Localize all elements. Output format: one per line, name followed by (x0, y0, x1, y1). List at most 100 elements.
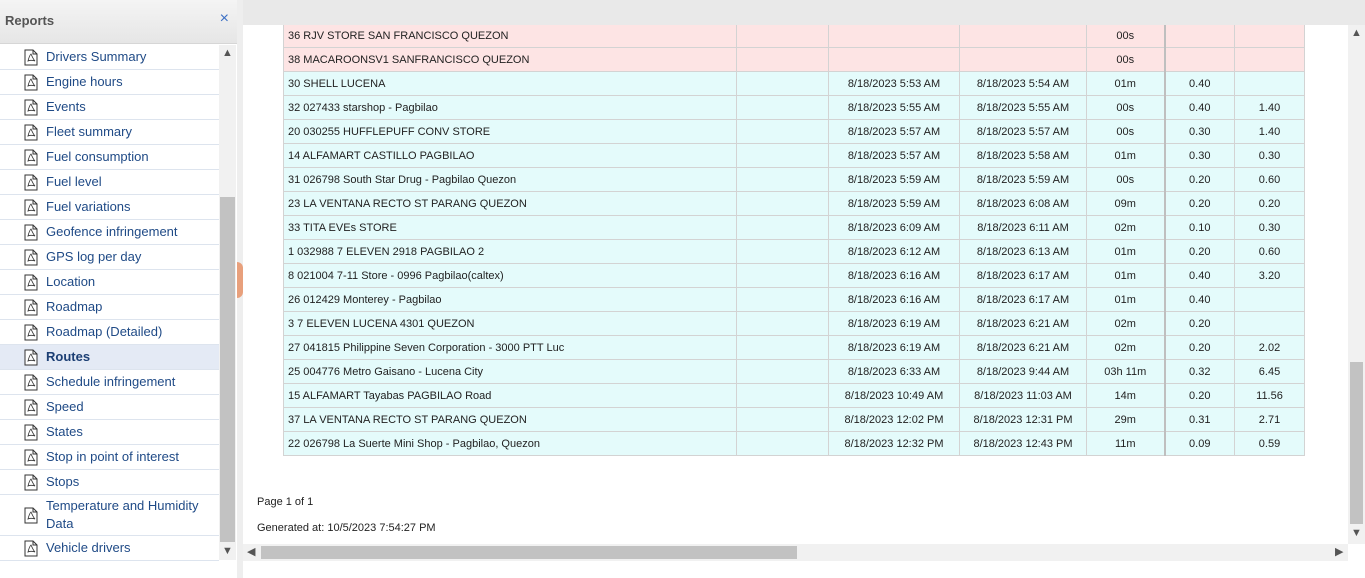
report-horizontal-scrollbar[interactable]: ◀ ▶ (243, 544, 1348, 561)
value-a-cell: 0.20 (1164, 311, 1235, 336)
reports-panel-header: Reports × (0, 0, 237, 44)
departure-cell: 8/18/2023 12:31 PM (959, 407, 1087, 432)
empty-cell (736, 359, 829, 384)
stop-name-cell: 1 032988 7 ELEVEN 2918 PAGBILAO 2 (283, 239, 737, 264)
pdf-file-icon (24, 424, 38, 441)
report-item-gps-log-per-day[interactable]: GPS log per day (0, 245, 219, 270)
departure-cell (959, 47, 1087, 72)
scrollbar-thumb[interactable] (1350, 362, 1363, 524)
report-viewer-toolbar (243, 0, 1365, 25)
value-b-cell: 11.56 (1234, 383, 1305, 408)
pdf-file-icon (24, 449, 38, 466)
scrollbar-thumb[interactable] (220, 197, 235, 542)
report-item-states[interactable]: States (0, 420, 219, 445)
departure-cell: 8/18/2023 5:58 AM (959, 143, 1087, 168)
report-item-roadmap-detailed[interactable]: Roadmap (Detailed) (0, 320, 219, 345)
table-row: 26 012429 Monterey - Pagbilao 8/18/2023 6… (283, 287, 1305, 312)
scroll-left-icon[interactable]: ◀ (247, 545, 255, 558)
stop-name-cell: 32 027433 starshop - Pagbilao (283, 95, 737, 120)
report-item-routes[interactable]: Routes (0, 345, 219, 370)
empty-cell (736, 287, 829, 312)
report-item-vehicle-drivers[interactable]: Vehicle drivers (0, 536, 219, 561)
table-row: 8 021004 7-11 Store - 0996 Pagbilao(calt… (283, 263, 1305, 288)
stop-name-cell: 3 7 ELEVEN LUCENA 4301 QUEZON (283, 311, 737, 336)
report-content: 36 RJV STORE SAN FRANCISCO QUEZON 00s 38 M… (243, 25, 1348, 544)
departure-cell: 8/18/2023 6:21 AM (959, 311, 1087, 336)
report-item-roadmap[interactable]: Roadmap (0, 295, 219, 320)
report-item-schedule-infringement[interactable]: Schedule infringement (0, 370, 219, 395)
arrival-cell (828, 25, 960, 48)
report-list-scrollbar[interactable]: ▲ ▼ (219, 45, 236, 560)
generated-at: Generated at: 10/5/2023 7:54:27 PM (257, 522, 436, 534)
departure-cell: 8/18/2023 12:43 PM (959, 431, 1087, 456)
value-a-cell: 0.32 (1164, 359, 1235, 384)
report-item-stop-in-point-of-interest[interactable]: Stop in point of interest (0, 445, 219, 470)
report-item-fuel-consumption[interactable]: Fuel consumption (0, 145, 219, 170)
report-item-speed[interactable]: Speed (0, 395, 219, 420)
scroll-up-icon[interactable]: ▲ (1351, 27, 1362, 39)
scroll-down-icon[interactable]: ▼ (1351, 527, 1362, 539)
report-item-label: Temperature and Humidity Data (46, 498, 199, 531)
table-row: 1 032988 7 ELEVEN 2918 PAGBILAO 2 8/18/20… (283, 239, 1305, 264)
report-item-drivers-summary[interactable]: Drivers Summary (0, 45, 219, 70)
arrival-cell: 8/18/2023 5:57 AM (828, 119, 960, 144)
duration-cell: 01m (1086, 287, 1166, 312)
scroll-up-icon[interactable]: ▲ (222, 47, 233, 59)
table-row: 30 SHELL LUCENA 8/18/2023 5:53 AM 8/18/202… (283, 71, 1305, 96)
report-viewer: 36 RJV STORE SAN FRANCISCO QUEZON 00s 38 M… (243, 0, 1365, 578)
report-item-label: Roadmap (46, 299, 103, 314)
value-b-cell (1234, 311, 1305, 336)
stop-name-cell: 27 041815 Philippine Seven Corporation -… (283, 335, 737, 360)
stop-name-cell: 23 LA VENTANA RECTO ST PARANG QUEZON (283, 191, 737, 216)
value-a-cell: 0.20 (1164, 239, 1235, 264)
stop-name-cell: 26 012429 Monterey - Pagbilao (283, 287, 737, 312)
empty-cell (736, 95, 829, 120)
duration-cell: 11m (1086, 431, 1166, 456)
empty-cell (736, 407, 829, 432)
pdf-file-icon (24, 149, 38, 166)
pdf-file-icon (24, 199, 38, 216)
value-b-cell: 2.02 (1234, 335, 1305, 360)
duration-cell: 00s (1086, 119, 1166, 144)
duration-cell: 00s (1086, 47, 1166, 72)
scrollbar-thumb[interactable] (261, 546, 797, 559)
arrival-cell: 8/18/2023 12:32 PM (828, 431, 960, 456)
table-row: 38 MACAROONSV1 SANFRANCISCO QUEZON 00s (283, 47, 1305, 72)
table-row: 25 004776 Metro Gaisano - Lucena City 8/1… (283, 359, 1305, 384)
pdf-file-icon (24, 49, 38, 66)
report-item-location[interactable]: Location (0, 270, 219, 295)
stop-name-cell: 25 004776 Metro Gaisano - Lucena City (283, 359, 737, 384)
departure-cell: 8/18/2023 11:03 AM (959, 383, 1087, 408)
report-item-fleet-summary[interactable]: Fleet summary (0, 120, 219, 145)
departure-cell: 8/18/2023 6:08 AM (959, 191, 1087, 216)
empty-cell (736, 431, 829, 456)
departure-cell: 8/18/2023 6:17 AM (959, 287, 1087, 312)
value-a-cell (1164, 25, 1235, 48)
report-item-events[interactable]: Events (0, 95, 219, 120)
stop-name-cell: 38 MACAROONSV1 SANFRANCISCO QUEZON (283, 47, 737, 72)
empty-cell (736, 25, 829, 48)
close-icon[interactable]: × (220, 11, 229, 27)
table-row: 27 041815 Philippine Seven Corporation -… (283, 335, 1305, 360)
duration-cell: 02m (1086, 311, 1166, 336)
report-item-engine-hours[interactable]: Engine hours (0, 70, 219, 95)
report-item-temperature-and-humidity-data[interactable]: Temperature and Humidity Data (0, 495, 219, 536)
report-item-stops[interactable]: Stops (0, 470, 219, 495)
departure-cell (959, 25, 1087, 48)
report-vertical-scrollbar[interactable]: ▲ ▼ (1348, 25, 1365, 544)
stop-name-cell: 36 RJV STORE SAN FRANCISCO QUEZON (283, 25, 737, 48)
value-b-cell: 3.20 (1234, 263, 1305, 288)
value-a-cell: 0.40 (1164, 263, 1235, 288)
report-item-fuel-variations[interactable]: Fuel variations (0, 195, 219, 220)
report-item-geofence-infringement[interactable]: Geofence infringement (0, 220, 219, 245)
report-item-fuel-level[interactable]: Fuel level (0, 170, 219, 195)
arrival-cell: 8/18/2023 6:33 AM (828, 359, 960, 384)
scroll-down-icon[interactable]: ▼ (222, 545, 233, 557)
report-item-label: Drivers Summary (46, 49, 147, 64)
report-item-label: GPS log per day (46, 249, 142, 264)
value-a-cell: 0.20 (1164, 167, 1235, 192)
value-a-cell: 0.30 (1164, 119, 1235, 144)
value-b-cell: 0.30 (1234, 215, 1305, 240)
arrival-cell: 8/18/2023 5:55 AM (828, 95, 960, 120)
scroll-right-icon[interactable]: ▶ (1335, 545, 1343, 558)
